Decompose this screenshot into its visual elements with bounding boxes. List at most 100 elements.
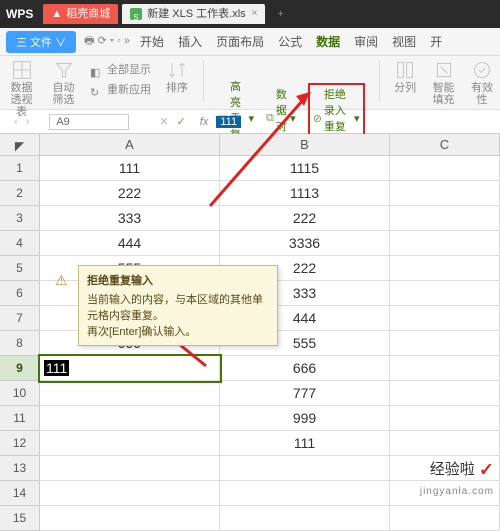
menu-view[interactable]: 视图 xyxy=(392,33,416,50)
chevron-left-icon[interactable]: ‹ xyxy=(14,116,18,128)
cell[interactable]: 999 xyxy=(220,406,390,431)
menu-layout[interactable]: 页面布局 xyxy=(216,33,264,50)
row-header[interactable]: 2 xyxy=(0,181,40,206)
ribbon-splitcol[interactable]: 分列 xyxy=(393,60,417,94)
cell[interactable]: 333 xyxy=(40,206,220,231)
menu-start[interactable]: 开始 xyxy=(140,33,164,50)
tooltip-title: 拒绝重复输入 xyxy=(87,272,269,288)
tab-file[interactable]: 新建 XLS 工作表.xls × xyxy=(122,4,265,24)
cell[interactable] xyxy=(220,456,390,481)
ribbon-showall[interactable]: ◧全部显示 xyxy=(90,60,151,80)
cell[interactable] xyxy=(390,156,500,181)
cell[interactable]: 3336 xyxy=(220,231,390,256)
row-header[interactable]: 8 xyxy=(0,331,40,356)
validity-icon xyxy=(470,60,494,80)
row-header[interactable]: 13 xyxy=(0,456,40,481)
cell[interactable]: 777 xyxy=(220,381,390,406)
formula-value[interactable]: 111 xyxy=(216,116,241,128)
row-header[interactable]: 6 xyxy=(0,281,40,306)
cell[interactable] xyxy=(390,331,500,356)
menu-insert[interactable]: 插入 xyxy=(178,33,202,50)
menu-formula[interactable]: 公式 xyxy=(278,33,302,50)
pivot-icon xyxy=(10,60,34,80)
cell[interactable] xyxy=(390,431,500,456)
row-header[interactable]: 10 xyxy=(0,381,40,406)
cell[interactable] xyxy=(220,481,390,506)
file-menu[interactable]: 三 文件 ∨ xyxy=(6,31,76,53)
ribbon-separator xyxy=(379,60,380,102)
fx-label[interactable]: fx xyxy=(200,116,209,128)
cell[interactable]: 111 xyxy=(40,156,220,181)
chevron-right-icon[interactable]: › xyxy=(26,116,30,128)
spreadsheet-icon xyxy=(130,8,142,20)
cell[interactable]: 444 xyxy=(40,231,220,256)
cell[interactable] xyxy=(40,431,220,456)
active-cell[interactable]: 111 xyxy=(40,356,220,381)
ribbon-smartfill[interactable]: 智能填充 xyxy=(431,60,456,106)
splitcol-label: 分列 xyxy=(394,82,416,94)
confirm-icon[interactable]: ✓ xyxy=(177,115,186,128)
cell[interactable] xyxy=(390,306,500,331)
cell[interactable] xyxy=(40,406,220,431)
cancel-icon[interactable]: ✕ xyxy=(159,115,168,128)
cell[interactable] xyxy=(390,281,500,306)
cell[interactable]: 111 xyxy=(220,431,390,456)
validity-label: 有效性 xyxy=(470,82,494,106)
row-header[interactable]: 4 xyxy=(0,231,40,256)
cell[interactable]: 666 xyxy=(220,356,390,381)
sort-label: 排序 xyxy=(166,82,188,94)
cell[interactable] xyxy=(390,506,500,531)
ribbon-sort[interactable]: 排序 xyxy=(165,60,189,94)
cell[interactable] xyxy=(40,481,220,506)
menu-data[interactable]: 数据 xyxy=(316,33,340,50)
cell[interactable] xyxy=(390,231,500,256)
cell[interactable] xyxy=(390,356,500,381)
cell[interactable] xyxy=(390,206,500,231)
name-box[interactable]: A9 xyxy=(49,114,129,130)
col-header-c[interactable]: C xyxy=(390,134,500,156)
chevron-down-icon: ▾ xyxy=(354,112,360,125)
menu-review[interactable]: 审阅 xyxy=(354,33,378,50)
tab-add[interactable]: + xyxy=(269,4,291,24)
row-header[interactable]: 12 xyxy=(0,431,40,456)
funnel-icon xyxy=(52,60,76,80)
quick-access[interactable]: 🖶 ⟳ ▾ ◦ » xyxy=(84,32,130,51)
select-all-corner[interactable]: ◤ xyxy=(0,134,40,156)
tab-file-label: 新建 XLS 工作表.xls xyxy=(147,4,245,24)
ribbon-pivot[interactable]: 数据透视表 xyxy=(6,60,37,118)
cell[interactable] xyxy=(220,506,390,531)
ribbon-autofilter[interactable]: 自动筛选 xyxy=(51,60,76,106)
row-header[interactable]: 11 xyxy=(0,406,40,431)
cell[interactable]: 222 xyxy=(220,206,390,231)
ribbon-validity[interactable]: 有效性 xyxy=(470,60,494,106)
col-header-b[interactable]: B xyxy=(220,134,390,156)
row-header[interactable]: 1 xyxy=(0,156,40,181)
row-header-column: ◤ 1 2 3 4 5 6 7 8 9 10 11 12 13 14 15 xyxy=(0,134,40,531)
menu-dev[interactable]: 开 xyxy=(430,33,442,50)
row-header[interactable]: 5 xyxy=(0,256,40,281)
sort-icon xyxy=(165,60,189,80)
cell[interactable] xyxy=(390,181,500,206)
cell[interactable] xyxy=(40,456,220,481)
pivot-label: 数据透视表 xyxy=(6,82,37,118)
watermark: 经验啦 ✓ jingyanla.com xyxy=(420,458,494,498)
cell[interactable] xyxy=(390,256,500,281)
row-header[interactable]: 3 xyxy=(0,206,40,231)
cell[interactable] xyxy=(40,506,220,531)
cell[interactable] xyxy=(390,381,500,406)
watermark-sub: jingyanla.com xyxy=(420,486,494,497)
cell[interactable] xyxy=(40,381,220,406)
ribbon-reapply[interactable]: ↻重新应用 xyxy=(90,80,151,100)
cell[interactable]: 222 xyxy=(40,181,220,206)
cell[interactable]: 1113 xyxy=(220,181,390,206)
cell[interactable] xyxy=(390,406,500,431)
cell[interactable]: 1115 xyxy=(220,156,390,181)
row-header[interactable]: 14 xyxy=(0,481,40,506)
row-header[interactable]: 9 xyxy=(0,356,40,381)
tab-store[interactable]: ▲ 稻壳商城 xyxy=(43,4,118,24)
row-header[interactable]: 15 xyxy=(0,506,40,531)
row-header[interactable]: 7 xyxy=(0,306,40,331)
close-icon[interactable]: × xyxy=(252,4,258,24)
col-header-a[interactable]: A xyxy=(40,134,220,156)
compare-icon: ⧉ xyxy=(266,112,274,125)
